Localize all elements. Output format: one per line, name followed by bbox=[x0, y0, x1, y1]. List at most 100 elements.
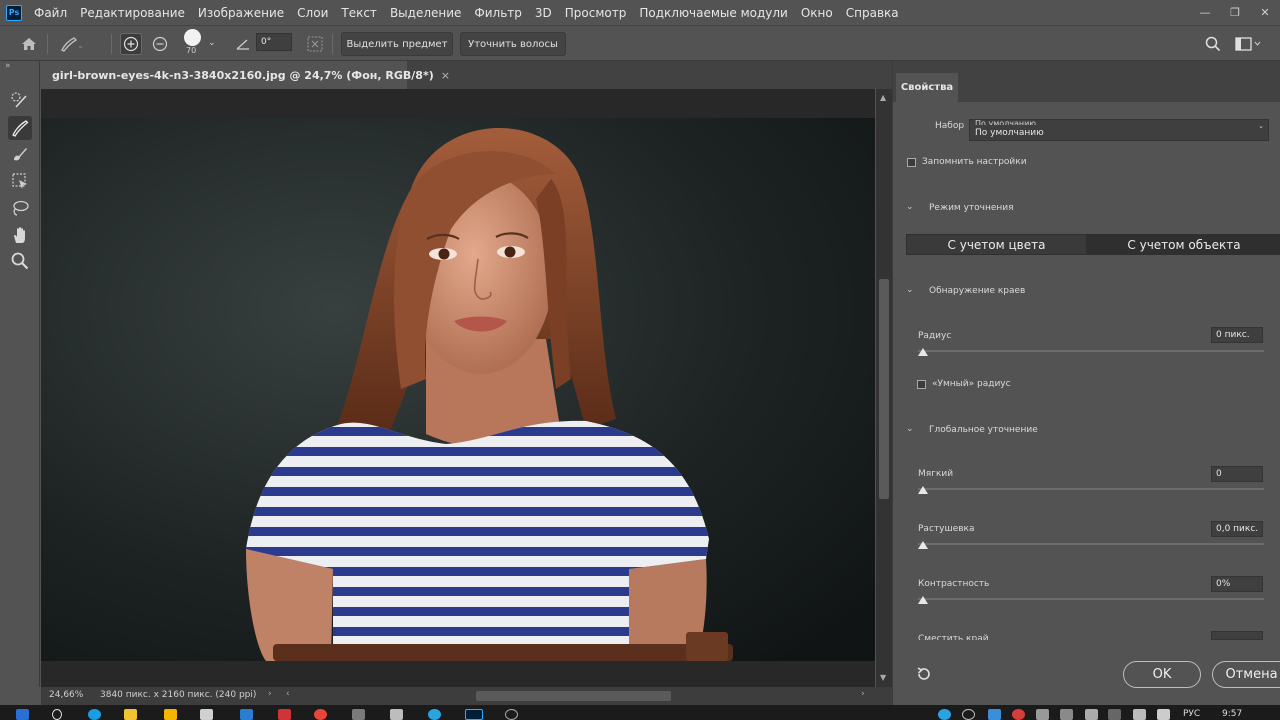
menu-select[interactable]: Выделение bbox=[390, 6, 461, 20]
refine-edge-brush-tool-icon[interactable] bbox=[8, 116, 32, 140]
refine-hair-button[interactable]: Уточнить волосы bbox=[460, 32, 566, 56]
feather-input[interactable]: 0,0 пикс. bbox=[1211, 521, 1263, 537]
radius-slider-thumb[interactable] bbox=[918, 348, 928, 356]
search-icon[interactable] bbox=[1203, 34, 1223, 54]
vertical-scroll-thumb[interactable] bbox=[879, 279, 889, 499]
ok-button[interactable]: OK bbox=[1123, 661, 1201, 688]
tray-network-icon-2[interactable] bbox=[1133, 709, 1146, 720]
refine-brush-tool-icon[interactable] bbox=[56, 34, 86, 54]
lasso-tool-icon[interactable] bbox=[8, 196, 32, 220]
folder-icon[interactable] bbox=[164, 709, 177, 720]
refine-mode-chevron-icon[interactable]: ⌄ bbox=[906, 202, 914, 212]
radius-slider-track[interactable] bbox=[918, 350, 1264, 352]
scroll-left-icon[interactable]: ‹ bbox=[286, 689, 290, 699]
app-icon-red[interactable] bbox=[278, 709, 291, 720]
color-aware-button[interactable]: С учетом цвета bbox=[906, 234, 1087, 255]
subtract-from-selection-icon[interactable] bbox=[149, 34, 171, 54]
tray-network-icon[interactable] bbox=[1085, 709, 1098, 720]
zoom-tool-icon[interactable] bbox=[8, 249, 32, 273]
scroll-down-icon[interactable]: ▼ bbox=[880, 673, 886, 682]
horizontal-scroll-thumb[interactable] bbox=[476, 691, 671, 701]
menu-view[interactable]: Просмотр bbox=[565, 6, 627, 20]
store-icon[interactable] bbox=[200, 709, 213, 720]
global-refinements-heading[interactable]: Глобальное уточнение bbox=[929, 425, 1038, 435]
smooth-input[interactable]: 0 bbox=[1211, 466, 1263, 482]
angle-input[interactable]: 0° bbox=[256, 33, 292, 51]
tab-properties[interactable]: Свойства bbox=[896, 73, 958, 102]
global-refinements-chevron-icon[interactable]: ⌄ bbox=[906, 424, 914, 434]
search-icon[interactable] bbox=[52, 709, 62, 720]
minimize-button[interactable]: — bbox=[1190, 0, 1220, 25]
edge-detection-chevron-icon[interactable]: ⌄ bbox=[906, 285, 914, 295]
canvas-area[interactable] bbox=[41, 89, 875, 687]
refine-mode-heading[interactable]: Режим уточнения bbox=[929, 203, 1014, 213]
status-chevron-icon[interactable]: › bbox=[268, 689, 272, 699]
tray-whatsapp-icon[interactable] bbox=[962, 709, 975, 720]
contrast-slider-thumb[interactable] bbox=[918, 596, 928, 604]
telegram-icon[interactable] bbox=[428, 709, 441, 720]
tray-volume-icon[interactable] bbox=[1157, 709, 1170, 720]
object-aware-button[interactable]: С учетом объекта bbox=[1087, 234, 1280, 255]
calculator-icon[interactable] bbox=[352, 709, 365, 720]
chrome-icon[interactable] bbox=[314, 709, 327, 720]
hand-tool-icon[interactable] bbox=[8, 223, 32, 247]
brush-dropdown-chevron-icon[interactable]: ⌄ bbox=[208, 38, 216, 48]
radius-input[interactable]: 0 пикс. bbox=[1211, 327, 1263, 343]
obs-icon[interactable] bbox=[505, 709, 518, 720]
tray-telegram-icon[interactable] bbox=[938, 709, 951, 720]
shift-edge-input[interactable] bbox=[1211, 631, 1263, 640]
remember-settings-checkbox[interactable] bbox=[907, 158, 916, 167]
tray-icon[interactable] bbox=[1060, 709, 1073, 720]
preset-select[interactable]: По умолчанию По умолчанию ⌄ bbox=[969, 119, 1269, 141]
collapse-toolbar-icon[interactable]: » bbox=[5, 61, 11, 71]
close-tab-icon[interactable]: × bbox=[441, 69, 450, 82]
edge-detection-heading[interactable]: Обнаружение краев bbox=[929, 286, 1025, 296]
start-icon[interactable] bbox=[16, 709, 29, 720]
menu-window[interactable]: Окно bbox=[801, 6, 833, 20]
menu-edit[interactable]: Редактирование bbox=[80, 6, 185, 20]
add-to-selection-icon[interactable] bbox=[120, 33, 142, 55]
file-explorer-icon[interactable] bbox=[124, 709, 137, 720]
smooth-slider-track[interactable] bbox=[918, 488, 1264, 490]
clock[interactable]: 9:57 bbox=[1222, 709, 1242, 719]
select-subject-button[interactable]: Выделить предмет bbox=[341, 32, 453, 56]
menu-image[interactable]: Изображение bbox=[198, 6, 284, 20]
pressure-size-icon[interactable] bbox=[304, 34, 326, 54]
quick-selection-tool-icon[interactable] bbox=[8, 89, 32, 113]
menu-plugins[interactable]: Подключаемые модули bbox=[639, 6, 788, 20]
menu-3d[interactable]: 3D bbox=[535, 6, 552, 20]
restore-button[interactable]: ❐ bbox=[1220, 0, 1250, 25]
reset-icon[interactable] bbox=[915, 665, 933, 683]
tray-red-icon[interactable] bbox=[1012, 709, 1025, 720]
document-image[interactable] bbox=[41, 89, 875, 687]
menu-filter[interactable]: Фильтр bbox=[474, 6, 521, 20]
brush-preview-icon[interactable] bbox=[184, 29, 201, 46]
menu-help[interactable]: Справка bbox=[846, 6, 899, 20]
notepad-icon[interactable] bbox=[390, 709, 403, 720]
scroll-up-icon[interactable]: ▲ bbox=[880, 93, 886, 102]
menu-file[interactable]: Файл bbox=[34, 6, 67, 20]
workspace-icon[interactable] bbox=[1234, 34, 1262, 54]
smooth-slider-thumb[interactable] bbox=[918, 486, 928, 494]
object-selection-tool-icon[interactable] bbox=[8, 169, 32, 193]
home-icon[interactable] bbox=[18, 34, 40, 54]
brush-tool-icon[interactable] bbox=[8, 142, 32, 166]
scroll-right-icon[interactable]: › bbox=[861, 689, 865, 699]
mail-icon[interactable] bbox=[240, 709, 253, 720]
tray-display-icon[interactable] bbox=[1108, 709, 1121, 720]
language-indicator[interactable]: РУС bbox=[1183, 709, 1200, 719]
edge-browser-icon[interactable] bbox=[88, 709, 101, 720]
menu-layers[interactable]: Слои bbox=[297, 6, 328, 20]
zoom-level[interactable]: 24,66% bbox=[49, 690, 83, 700]
tray-app-icon[interactable] bbox=[988, 709, 1001, 720]
menu-type[interactable]: Текст bbox=[341, 6, 377, 20]
photoshop-taskbar-icon[interactable] bbox=[465, 709, 483, 720]
tray-pen-icon[interactable] bbox=[1036, 709, 1049, 720]
cancel-button[interactable]: Отмена bbox=[1212, 661, 1280, 688]
document-tab[interactable]: girl-brown-eyes-4k-n3-3840x2160.jpg @ 24… bbox=[41, 61, 450, 89]
contrast-slider-track[interactable] bbox=[918, 598, 1264, 600]
feather-slider-thumb[interactable] bbox=[918, 541, 928, 549]
feather-slider-track[interactable] bbox=[918, 543, 1264, 545]
close-button[interactable]: ✕ bbox=[1250, 0, 1280, 25]
smart-radius-checkbox[interactable] bbox=[917, 380, 926, 389]
